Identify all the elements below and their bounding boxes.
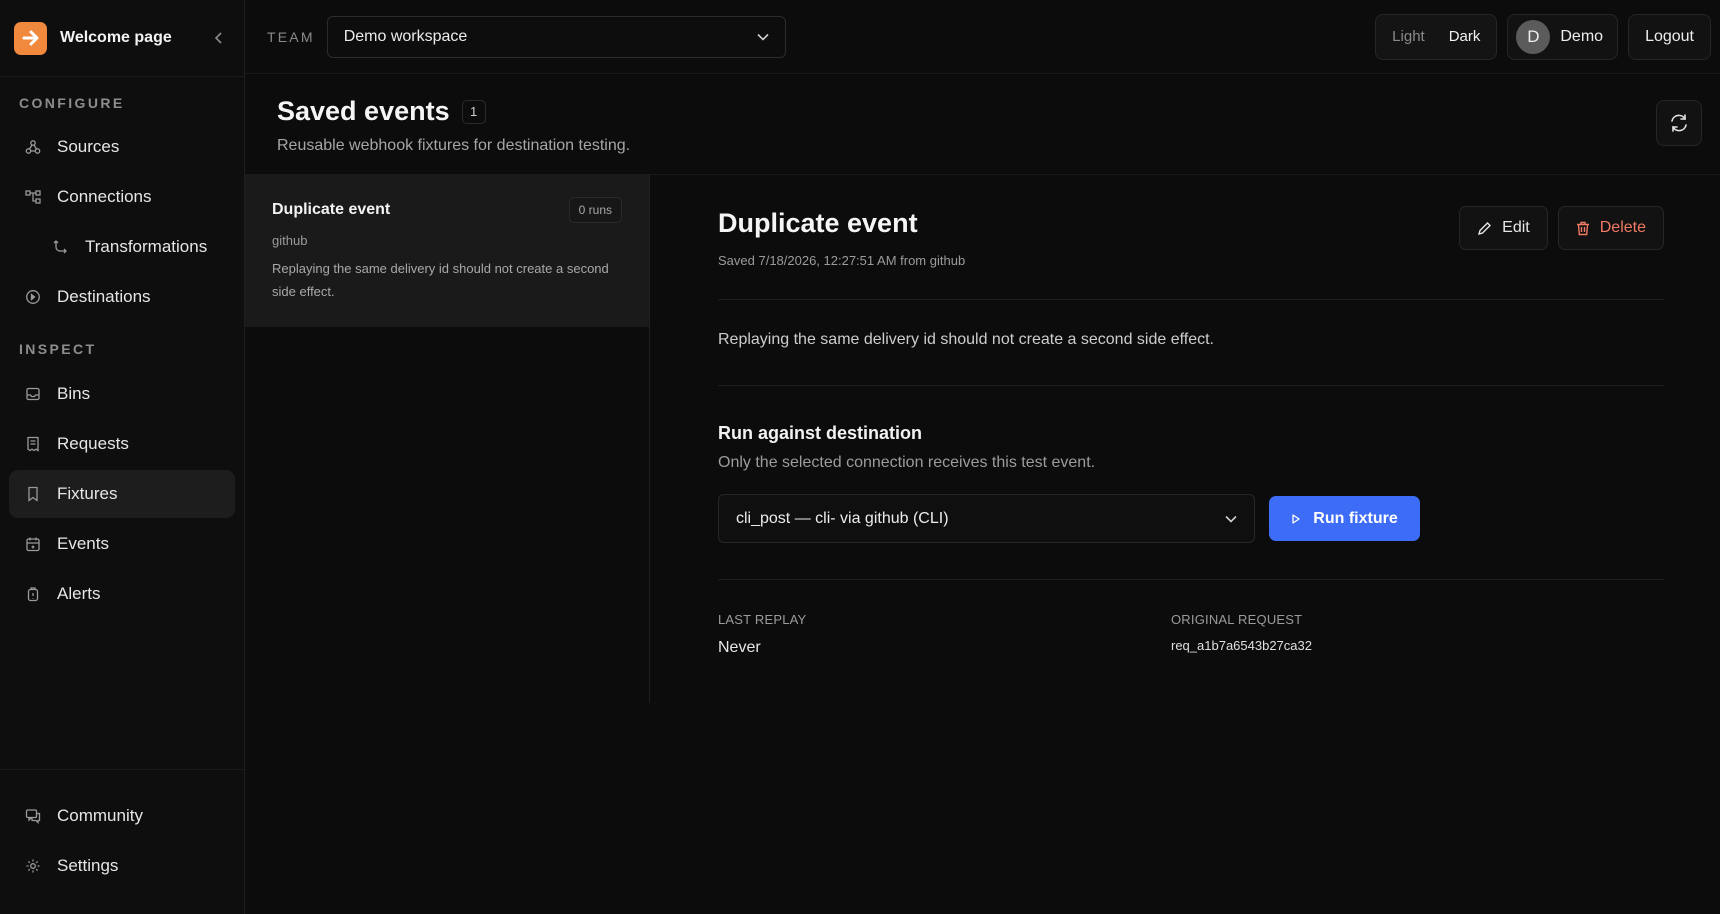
app-root: Welcome page CONFIGURE Sources Connectio…: [0, 0, 1720, 914]
avatar: D: [1516, 19, 1551, 54]
transform-icon: [52, 239, 69, 256]
user-name: Demo: [1560, 27, 1604, 45]
sidebar-item-label: Connections: [57, 187, 152, 206]
sidebar-bottom: Community Settings: [0, 769, 244, 914]
webhook-icon: [24, 139, 41, 156]
chevron-down-icon: [757, 33, 769, 41]
sidebar-item-events[interactable]: Events: [9, 520, 235, 568]
refresh-button[interactable]: [1656, 100, 1702, 146]
sidebar-item-label: Transformations: [85, 237, 208, 256]
topbar: TEAM Demo workspace Light Dark D Demo Lo…: [245, 0, 1720, 74]
brand-title[interactable]: Welcome page: [60, 29, 172, 47]
chat-icon: [24, 808, 41, 825]
section-inspect: INSPECT: [19, 341, 97, 357]
count-badge: 1: [461, 99, 486, 124]
destination-icon: [24, 289, 41, 306]
sidebar-item-sources[interactable]: Sources: [9, 123, 235, 171]
sidebar-item-label: Destinations: [57, 287, 151, 306]
fixture-list: Duplicate event 0 runs github Replaying …: [245, 175, 650, 703]
fixture-title: Duplicate event: [272, 201, 391, 218]
theme-light-option[interactable]: Light: [1380, 19, 1437, 55]
delete-button[interactable]: Delete: [1557, 206, 1664, 250]
main: TEAM Demo workspace Light Dark D Demo Lo…: [245, 0, 1720, 914]
theme-toggle: Light Dark: [1375, 13, 1498, 60]
sidebar-item-label: Settings: [57, 856, 119, 875]
run-fixture-button[interactable]: Run fixture: [1269, 496, 1420, 541]
team-select-value: Demo workspace: [343, 27, 468, 45]
team-select[interactable]: Demo workspace: [326, 15, 786, 58]
brand-logo-icon[interactable]: [14, 21, 47, 55]
sidebar-item-label: Events: [57, 534, 109, 553]
theme-dark-option[interactable]: Dark: [1437, 19, 1493, 55]
section-configure: CONFIGURE: [19, 95, 125, 111]
replay-meta: LAST REPLAY Never ORIGINAL REQUEST req_a…: [718, 580, 1664, 657]
last-replay-label: LAST REPLAY: [718, 612, 807, 627]
destination-select-value: cli_post — cli- via github (CLI): [736, 509, 949, 527]
sidebar-item-transformations[interactable]: Transformations: [9, 223, 235, 271]
trash-icon: [1576, 221, 1590, 236]
chevron-down-icon: [1225, 515, 1237, 523]
inbox-icon: [24, 386, 41, 403]
sidebar-item-label: Bins: [57, 384, 91, 403]
edit-label: Edit: [1502, 219, 1530, 236]
runs-badge: 0 runs: [568, 197, 622, 223]
sidebar-item-label: Fixtures: [57, 484, 118, 503]
run-fixture-label: Run fixture: [1313, 509, 1398, 527]
sidebar-item-alerts[interactable]: Alerts: [9, 570, 235, 618]
team-label: TEAM: [267, 28, 315, 45]
sidebar-item-connections[interactable]: Connections: [9, 173, 235, 221]
fixture-detail: Duplicate event Saved 7/18/2026, 12:27:5…: [650, 175, 1720, 914]
detail-meta: Saved 7/18/2026, 12:27:51 AM from github: [718, 253, 966, 268]
play-icon: [1291, 513, 1301, 525]
run-section-subtitle: Only the selected connection receives th…: [718, 454, 1096, 471]
refresh-icon: [1668, 112, 1690, 134]
sidebar-item-label: Alerts: [57, 584, 101, 603]
brand: Welcome page: [0, 0, 244, 77]
gear-icon: [24, 858, 41, 875]
pencil-icon: [1477, 221, 1492, 236]
sidebar-item-destinations[interactable]: Destinations: [9, 273, 235, 321]
detail-actions: Edit Delete: [1459, 206, 1664, 250]
sidebar-item-label: Sources: [57, 137, 120, 156]
sidebar-item-requests[interactable]: Requests: [9, 420, 235, 468]
original-request-label: ORIGINAL REQUEST: [1171, 612, 1303, 627]
logout-button[interactable]: Logout: [1628, 13, 1711, 60]
sidebar-item-community[interactable]: Community: [9, 792, 235, 840]
sidebar: Welcome page CONFIGURE Sources Connectio…: [0, 0, 245, 914]
run-controls: cli_post — cli- via github (CLI) Run fix…: [718, 494, 1664, 543]
top-right-controls: Light Dark D Demo Logout: [1375, 13, 1711, 60]
delete-label: Delete: [1599, 219, 1646, 236]
original-request-value[interactable]: req_a1b7a6543b27ca32: [1171, 638, 1624, 653]
destination-select[interactable]: cli_post — cli- via github (CLI): [718, 494, 1255, 543]
last-replay-value: Never: [718, 639, 761, 656]
fixture-source: github: [272, 233, 308, 248]
collapse-sidebar-icon[interactable]: [208, 27, 230, 49]
divider: [718, 385, 1664, 386]
connections-icon: [24, 189, 41, 206]
sidebar-item-bins[interactable]: Bins: [9, 370, 235, 418]
page-subtitle: Reusable webhook fixtures for destinatio…: [277, 137, 631, 154]
edit-button[interactable]: Edit: [1459, 206, 1548, 250]
detail-description: Replaying the same delivery id should no…: [718, 331, 1214, 348]
sidebar-item-label: Requests: [57, 434, 129, 453]
content: Duplicate event 0 runs github Replaying …: [245, 175, 1720, 914]
page-header: Saved events 1 Reusable webhook fixtures…: [245, 74, 1720, 175]
run-section-title: Run against destination: [718, 423, 923, 443]
sidebar-item-label: Community: [57, 806, 143, 825]
sidebar-item-settings[interactable]: Settings: [9, 842, 235, 890]
page-title: Saved events: [277, 96, 450, 126]
user-menu[interactable]: D Demo: [1507, 13, 1619, 60]
sidebar-item-fixtures[interactable]: Fixtures: [9, 470, 235, 518]
bell-icon: [24, 586, 41, 603]
list-item[interactable]: Duplicate event 0 runs github Replaying …: [245, 175, 649, 327]
fixture-description: Replaying the same delivery id should no…: [272, 261, 609, 299]
bookmark-icon: [24, 486, 41, 503]
receipt-icon: [24, 436, 41, 453]
calendar-icon: [24, 536, 41, 553]
